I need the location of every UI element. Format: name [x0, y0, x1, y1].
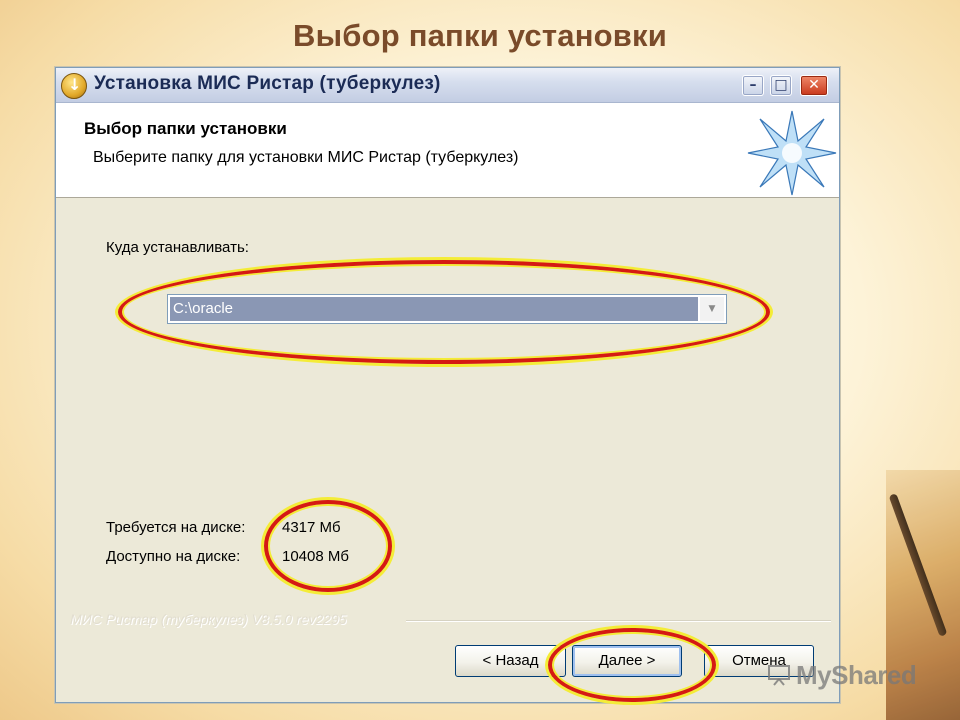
maximize-button[interactable]: □ [770, 75, 792, 96]
header-title: Выбор папки установки [84, 119, 287, 138]
next-button[interactable]: Далее > [572, 645, 682, 677]
installer-window: Установка МИС Ристар (туберкулез) – □ ✕ … [55, 67, 840, 703]
chevron-down-icon[interactable]: ▼ [700, 297, 724, 321]
star-icon [747, 110, 837, 196]
title-bar[interactable]: Установка МИС Ристар (туберкулез) – □ ✕ [56, 68, 839, 103]
slide-title: Выбор папки установки [293, 18, 667, 53]
header-subtitle: Выберите папку для установки МИС Ристар … [93, 149, 519, 166]
presentation-icon [768, 665, 790, 686]
back-button[interactable]: < Назад [455, 645, 566, 677]
watermark-text: MyShared [796, 660, 917, 690]
close-button[interactable]: ✕ [800, 75, 828, 96]
destination-label: Куда устанавливать: [106, 239, 249, 256]
minimize-button[interactable]: – [742, 75, 764, 96]
version-text: МИС Ристар (туберкулез) V8.5.0 rev2295 [70, 611, 347, 627]
pen-image [888, 493, 948, 637]
available-space-label: Доступно на диске: [106, 548, 241, 565]
install-path-value[interactable]: C:\oracle [170, 297, 698, 321]
available-space-value: 10408 Мб [282, 548, 349, 565]
separator-line [406, 620, 831, 622]
installer-app-icon [61, 73, 87, 99]
install-path-combobox[interactable]: C:\oracle ▼ [167, 294, 727, 324]
required-space-value: 4317 Мб [282, 519, 341, 536]
window-title: Установка МИС Ристар (туберкулез) [94, 73, 441, 94]
wizard-header: Выбор папки установки Выберите папку для… [56, 103, 839, 198]
required-space-label: Требуется на диске: [106, 519, 246, 536]
